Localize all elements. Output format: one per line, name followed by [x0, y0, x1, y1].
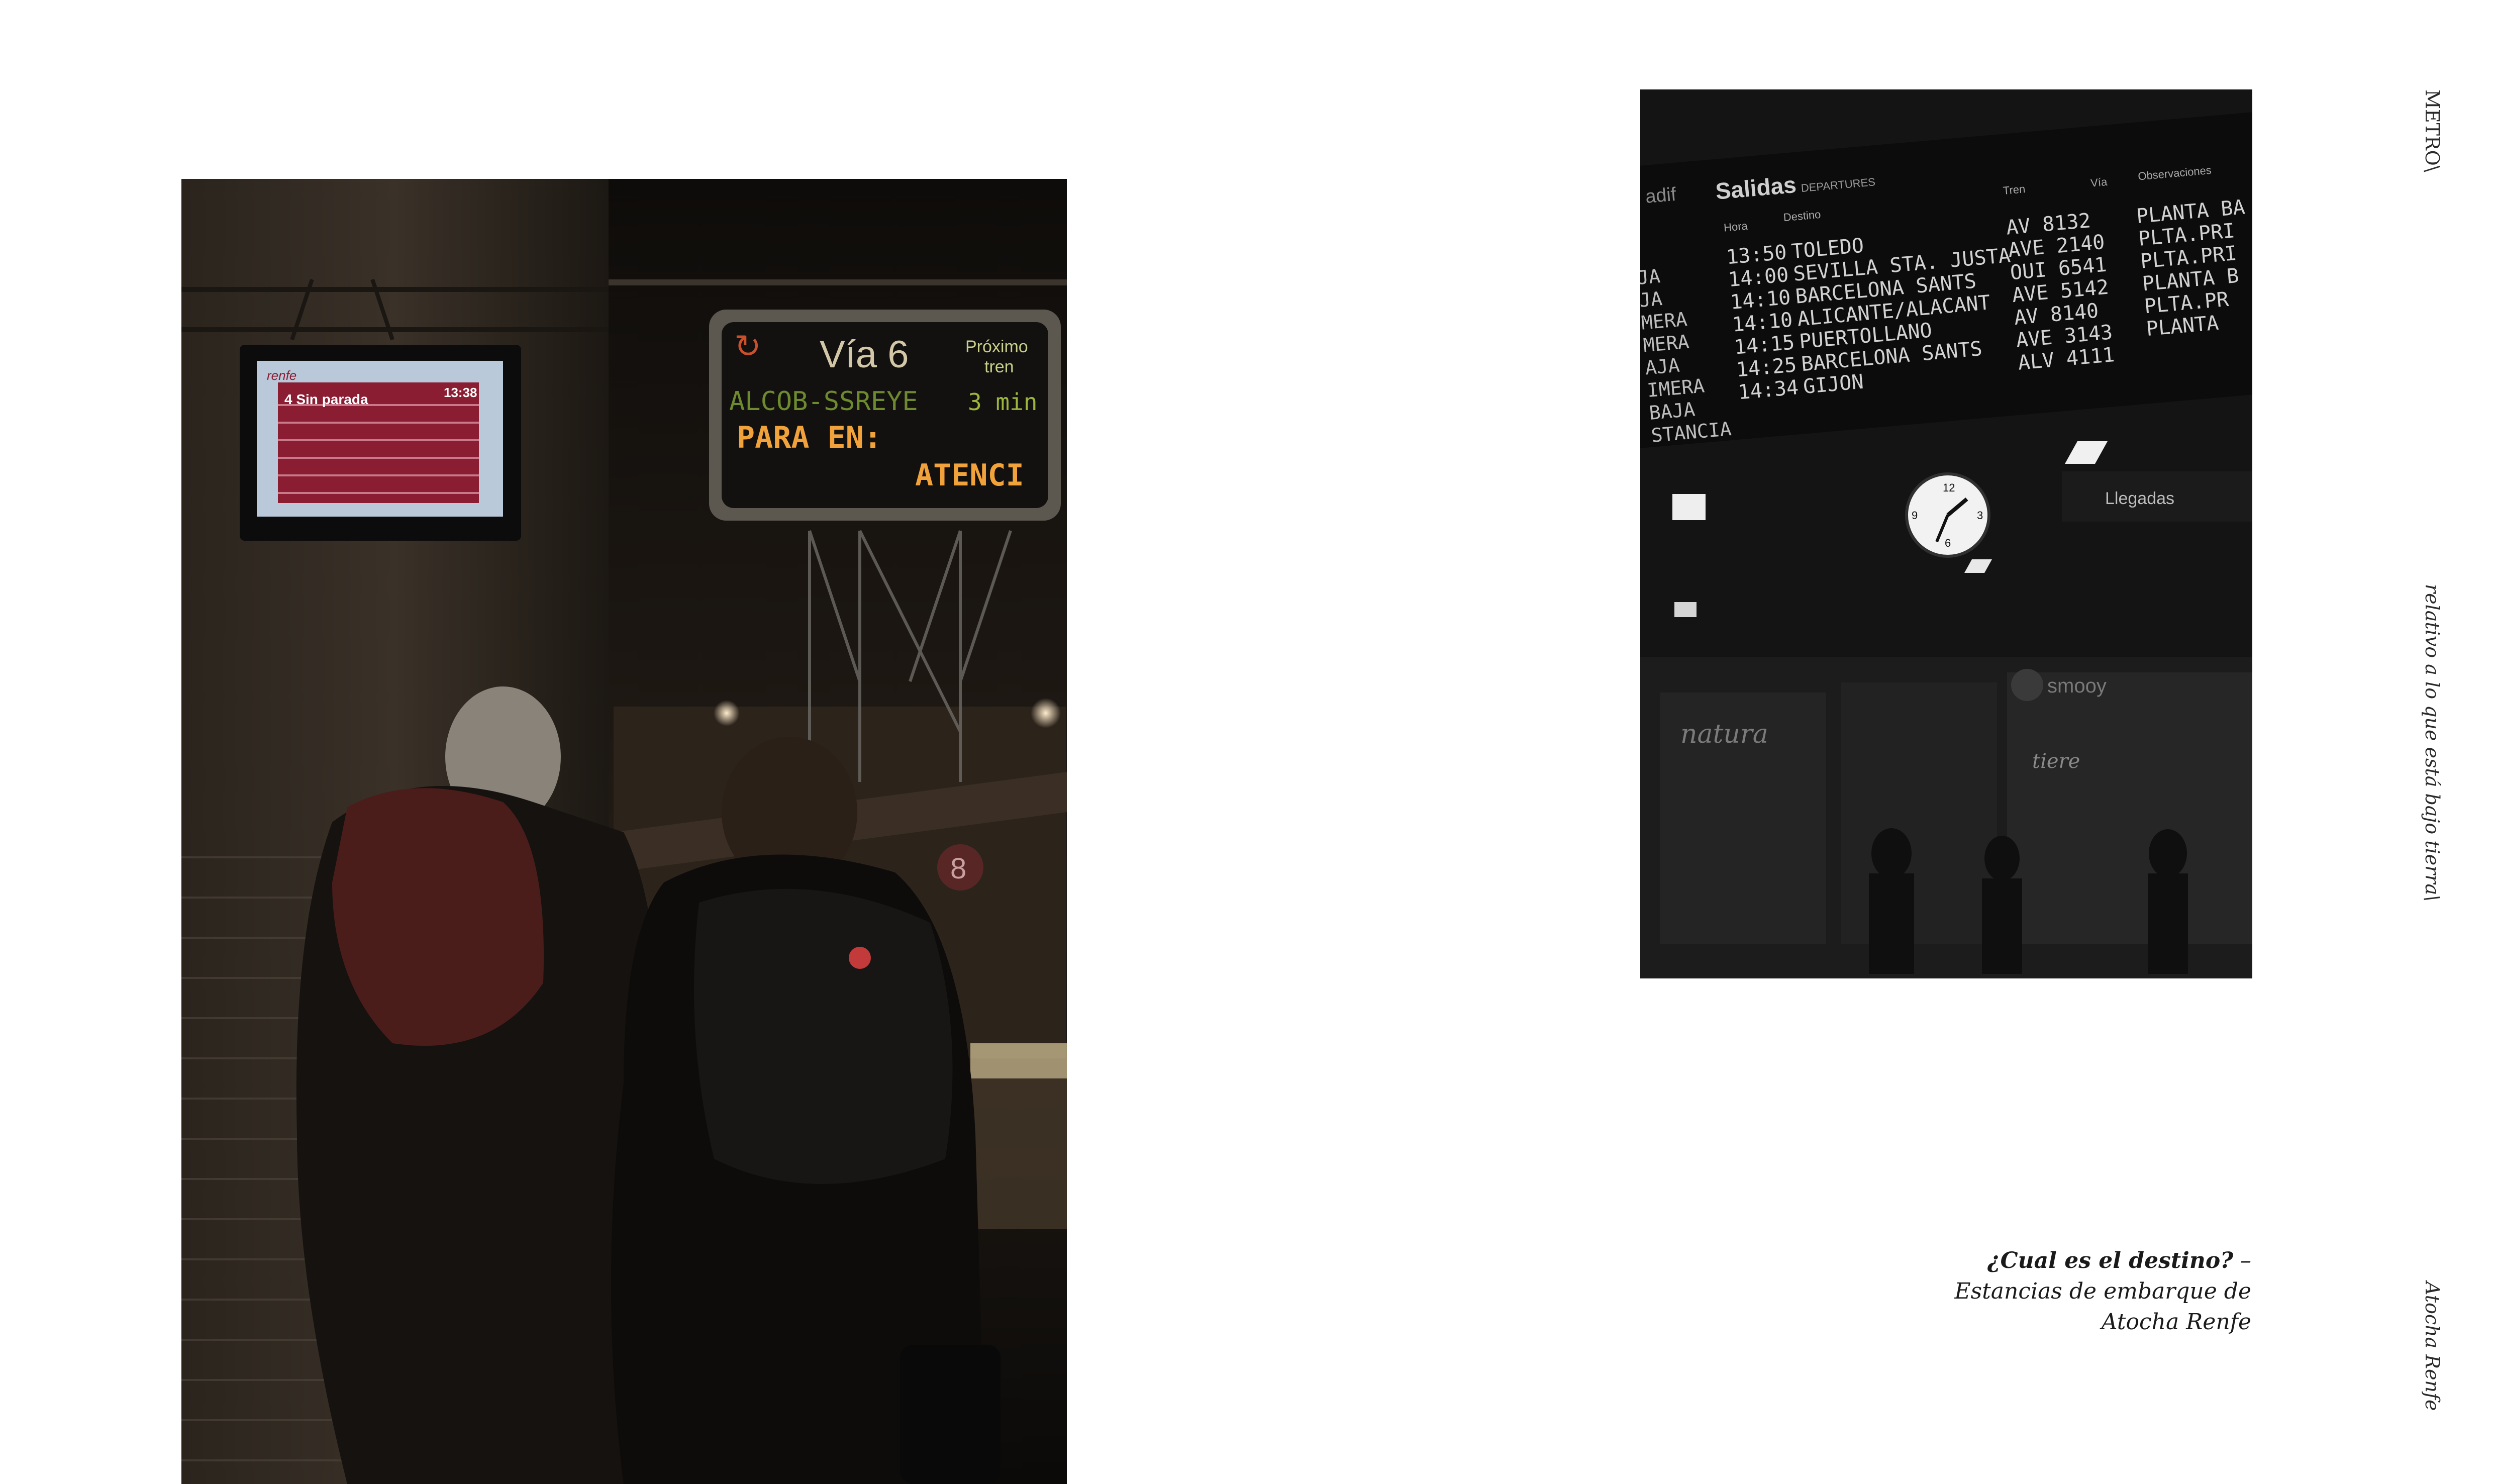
sign-arrow-icon: ↻	[734, 328, 761, 364]
caption-line-1: ¿Cual es el destino? –	[1799, 1245, 2251, 1276]
photo-departures-board: adif Salidas DEPARTURES Hora Destino Tre…	[1640, 89, 2252, 978]
photo-departures-board-art: adif Salidas DEPARTURES Hora Destino Tre…	[1640, 89, 2252, 978]
platform-number: 8	[950, 852, 966, 885]
arrivals-label: Llegadas	[2105, 489, 2174, 508]
board-col-via: Vía	[2090, 175, 2108, 189]
shop-natura: natura	[1680, 719, 1768, 749]
platform-sign: ↻ Vía 6 Próximo tren ALCOB-SSREYE 3 min …	[709, 310, 1061, 521]
clock-6: 6	[1945, 537, 1951, 549]
board-col-hora: Hora	[1723, 220, 1748, 234]
monitor-row-label: 4 Sin parada	[284, 391, 368, 407]
board-left-cut: MERA	[1640, 308, 1688, 334]
monitor-logo: renfe	[267, 368, 296, 383]
magazine-spread: renfe 4 Sin parada 13:38 ↻ Vía 6 Próximo…	[0, 0, 2493, 1484]
sign-minutes: 3 min	[968, 388, 1037, 416]
photo-platform-travellers: renfe 4 Sin parada 13:38 ↻ Vía 6 Próximo…	[181, 179, 1067, 1484]
board-left-cut: JA	[1640, 265, 1661, 289]
caption-line-2: Estancias de embarque de	[1954, 1278, 2251, 1304]
sidebar-section-description: relativo a lo que está bajo tierra\	[2421, 584, 2443, 902]
caption-dash: –	[2233, 1248, 2251, 1273]
sign-destination: ALCOB-SSREYE	[729, 386, 918, 417]
board-left-cut: AJA	[1644, 354, 1680, 379]
arrivals-sign: Llegadas	[2062, 471, 2252, 522]
sidebar-section-title: METRO\	[2421, 89, 2443, 172]
sign-next-label-2: tren	[984, 357, 1014, 376]
shop-smooy: smooy	[2047, 675, 2107, 697]
board-brand: adif	[1644, 184, 1677, 208]
sign-para: PARA EN:	[737, 420, 882, 455]
sidebar-location: Atocha Renfe	[2421, 1281, 2443, 1411]
board-left-cut: MERA	[1642, 331, 1690, 357]
caption-question: ¿Cual es el destino?	[1987, 1248, 2233, 1273]
board-left-cut: JA	[1640, 287, 1663, 312]
caption-line-3: Atocha Renfe	[2101, 1309, 2251, 1335]
monitor-time: 13:38	[444, 385, 477, 400]
sign-atenc: ATENCI	[915, 458, 1024, 493]
sign-next-label: Próximo	[965, 337, 1028, 356]
board-col-tren: Tren	[2003, 182, 2026, 197]
clock-3: 3	[1977, 509, 1983, 522]
board-left-cut: BAJA	[1648, 398, 1696, 424]
ceiling-light	[1674, 602, 1697, 617]
photo-caption: ¿Cual es el destino? – Estancias de emba…	[1799, 1245, 2251, 1337]
station-clock: 12 3 6 9	[1905, 472, 1990, 558]
sign-via: Vía 6	[820, 333, 909, 376]
clock-9: 9	[1912, 509, 1918, 522]
clock-12: 12	[1943, 481, 1955, 494]
departures-board: adif Salidas DEPARTURES Hora Destino Tre…	[1640, 111, 2252, 449]
ceiling-light	[1672, 494, 1706, 520]
shop-third: tiere	[2032, 750, 2080, 773]
departures-monitor: renfe 4 Sin parada 13:38	[240, 345, 521, 541]
photo-platform-travellers-art: renfe 4 Sin parada 13:38 ↻ Vía 6 Próximo…	[181, 179, 1067, 1484]
